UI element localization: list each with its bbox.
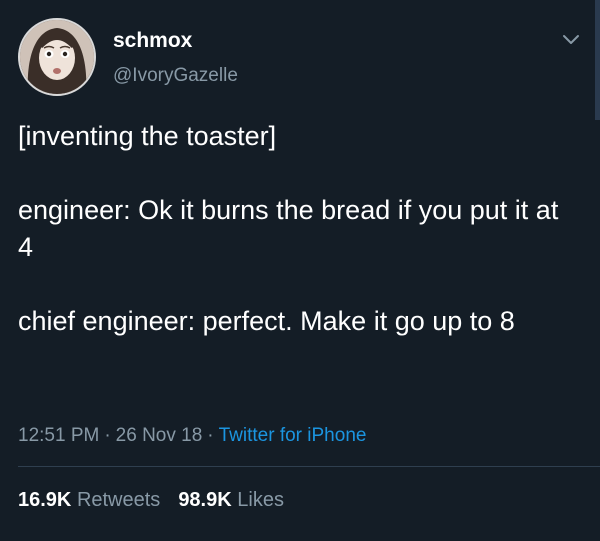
tweet-text: [inventing the toaster] engineer: Ok it …	[18, 118, 580, 340]
retweets-stat[interactable]: 16.9K Retweets	[18, 489, 160, 511]
tweet-header: schmox @IvoryGazelle	[18, 18, 580, 98]
tweet-meta: 12:51 PM · 26 Nov 18 · Twitter for iPhone	[18, 425, 366, 447]
retweets-label: Retweets	[76, 489, 161, 511]
tweet-line-2: engineer: Ok it burns the bread if you p…	[18, 195, 566, 262]
tweet-line-3: chief engineer: perfect. Make it go up t…	[18, 306, 515, 336]
tweet-stats: 16.9K Retweets 98.9K Likes	[18, 489, 284, 512]
meta-separator: ·	[104, 425, 111, 446]
display-name[interactable]: schmox	[113, 29, 192, 53]
user-handle[interactable]: @IvoryGazelle	[113, 65, 238, 87]
scrollbar[interactable]	[595, 0, 600, 120]
meta-separator: ·	[207, 425, 214, 446]
tweet-card: schmox @IvoryGazelle [inventing the toas…	[0, 0, 600, 541]
likes-label: Likes	[237, 489, 284, 511]
chevron-down-icon[interactable]	[562, 32, 580, 46]
tweet-time[interactable]: 12:51 PM	[18, 425, 99, 446]
divider	[18, 466, 600, 467]
tweet-source-link[interactable]: Twitter for iPhone	[219, 425, 367, 446]
tweet-date[interactable]: 26 Nov 18	[116, 425, 203, 446]
retweets-count: 16.9K	[18, 489, 72, 511]
avatar[interactable]	[18, 18, 96, 96]
avatar-portrait	[20, 20, 94, 94]
likes-count: 98.9K	[178, 489, 232, 511]
likes-stat[interactable]: 98.9K Likes	[178, 489, 284, 511]
tweet-line-1: [inventing the toaster]	[18, 121, 277, 151]
